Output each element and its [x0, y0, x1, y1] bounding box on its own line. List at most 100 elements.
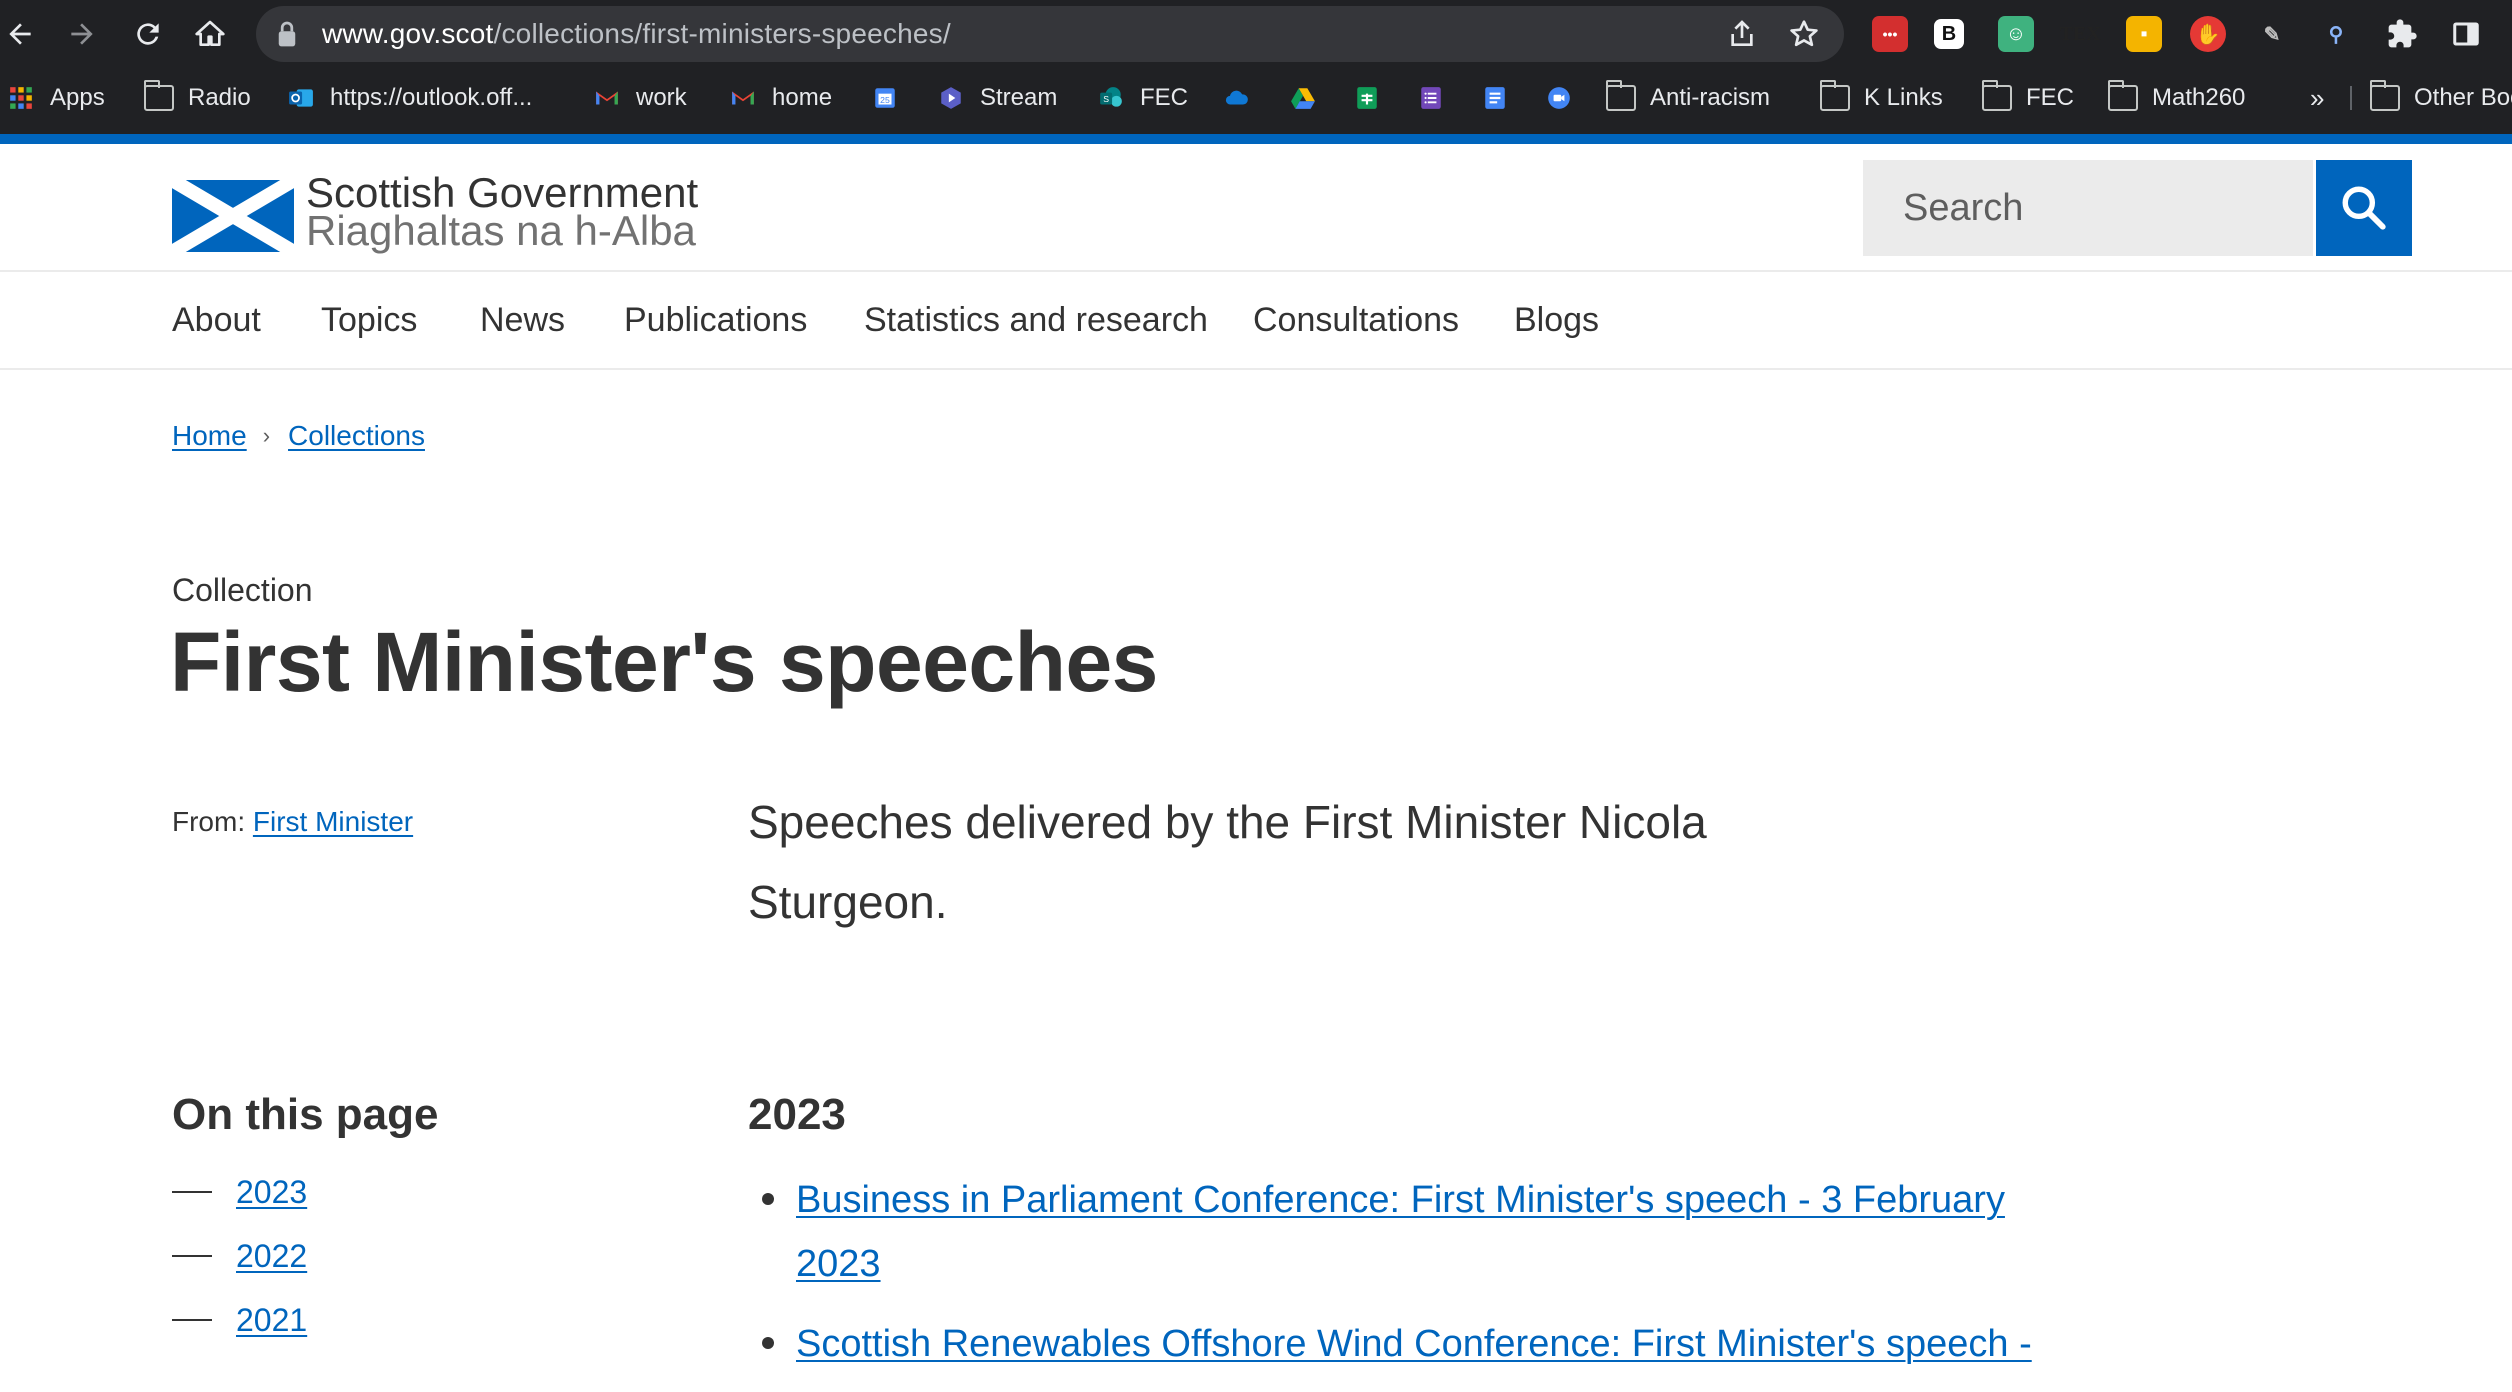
folder-icon: [1820, 80, 1850, 111]
extensions-puzzle-icon[interactable]: [2384, 16, 2420, 52]
bookmark-sheets[interactable]: [1352, 76, 1396, 120]
contents-title: On this page: [172, 1090, 439, 1139]
address-bar[interactable]: www.gov.scot/collections/first-ministers…: [256, 6, 1844, 62]
url-text[interactable]: www.gov.scot/collections/first-ministers…: [322, 18, 951, 50]
bookmark-star-icon[interactable]: [1788, 18, 1820, 50]
bookmark-work[interactable]: work: [592, 76, 687, 120]
bookmark-calendar[interactable]: 25: [870, 76, 914, 120]
gmail-icon: [732, 91, 754, 105]
contents-link-2021[interactable]: 2021: [236, 1302, 307, 1339]
docs-icon: [1485, 87, 1505, 109]
list-item: Scottish Renewables Offshore Wind Confer…: [748, 1312, 2048, 1376]
from-label: From:: [172, 806, 246, 837]
breadcrumb-home-link[interactable]: Home: [172, 420, 247, 452]
bookmark-k-links[interactable]: K Links: [1820, 76, 1943, 120]
bookmark-meet[interactable]: [1544, 76, 1588, 120]
home-icon: [195, 20, 225, 46]
nav-item-consultations[interactable]: Consultations: [1253, 272, 1459, 368]
search-icon: [2342, 186, 2386, 230]
gmail-icon: [596, 91, 618, 105]
section-heading-2023: 2023: [748, 1090, 846, 1139]
bookmark-label: home: [772, 84, 833, 111]
bookmarks-overflow-button[interactable]: »: [2310, 76, 2324, 120]
zoom-extension-icon[interactable]: ⚲: [2318, 16, 2354, 52]
logo-text-gaelic: Riaghaltas na h-Alba: [306, 207, 696, 254]
site-logo[interactable]: Scottish Government Riaghaltas na h-Alba: [172, 170, 722, 254]
sheets-icon: [1357, 87, 1377, 109]
lastpass-extension-icon[interactable]: •••: [1872, 16, 1908, 52]
bookmark-fec-sharepoint[interactable]: S FEC: [1096, 76, 1188, 120]
nav-item-topics[interactable]: Topics: [321, 272, 417, 368]
breadcrumb: Home › Collections: [172, 420, 425, 452]
sharepoint-icon: S: [1100, 87, 1122, 107]
bookmarks-bar: Apps Radio https://outlook.off... work h…: [0, 76, 2512, 120]
forward-button[interactable]: [58, 10, 106, 58]
share-icon[interactable]: [1726, 18, 1758, 50]
speech-link[interactable]: Business in Parliament Conference: First…: [796, 1179, 2005, 1285]
bookmark-onedrive[interactable]: [1222, 76, 1266, 120]
bookmark-forms[interactable]: [1416, 76, 1460, 120]
lock-icon: [278, 21, 296, 47]
bookmark-math260[interactable]: Math260: [2108, 76, 2245, 120]
folder-icon: [2108, 80, 2138, 111]
bookmark-docs[interactable]: [1480, 76, 1524, 120]
speech-link[interactable]: Scottish Renewables Offshore Wind Confer…: [796, 1323, 2032, 1365]
pen-extension-icon[interactable]: ✎: [2254, 16, 2290, 52]
from-first-minister-link[interactable]: First Minister: [253, 806, 413, 837]
nav-item-news[interactable]: News: [480, 272, 565, 368]
forms-icon: [1421, 87, 1441, 109]
stream-icon: [941, 87, 961, 109]
bookmark-label: Anti-racism: [1650, 84, 1771, 111]
bookmark-fec-folder[interactable]: FEC: [1982, 76, 2074, 120]
dash-icon: [172, 1255, 212, 1257]
meet-icon: [1548, 87, 1570, 109]
contents-link-2023[interactable]: 2023: [236, 1174, 307, 1211]
bookmark-outlook[interactable]: https://outlook.off...: [286, 76, 532, 120]
outlook-icon: [289, 89, 313, 107]
breadcrumb-collections-link[interactable]: Collections: [288, 420, 425, 452]
contents-link-2022[interactable]: 2022: [236, 1238, 307, 1275]
side-panel-icon[interactable]: [2448, 16, 2484, 52]
contents-item: 2021: [172, 1296, 307, 1344]
bookmark-label: Radio: [188, 84, 251, 111]
drive-icon: [1291, 88, 1315, 109]
nav-item-publications[interactable]: Publications: [624, 272, 807, 368]
nav-item-blogs[interactable]: Blogs: [1514, 272, 1599, 368]
browser-chrome: www.gov.scot/collections/first-ministers…: [0, 0, 2512, 136]
search-input[interactable]: [1863, 160, 2313, 256]
bookmark-label: FEC: [2026, 84, 2074, 111]
nav-item-about[interactable]: About: [172, 272, 261, 368]
dash-icon: [172, 1319, 212, 1321]
back-button[interactable]: [0, 10, 44, 58]
search-button[interactable]: [2316, 160, 2412, 256]
dash-icon: [172, 1191, 212, 1193]
reload-button[interactable]: [124, 10, 172, 58]
bookmark-drive[interactable]: [1288, 76, 1332, 120]
bookmark-stream[interactable]: Stream: [936, 76, 1057, 120]
bookmark-label: Math260: [2152, 84, 2246, 111]
list-item: Business in Parliament Conference: First…: [748, 1168, 2048, 1296]
svg-text:25: 25: [880, 95, 890, 105]
calendar-icon: 25: [875, 88, 895, 108]
home-button[interactable]: [186, 10, 234, 58]
bookmark-apps[interactable]: Apps: [6, 76, 105, 120]
bookmark-label: FEC: [1140, 84, 1188, 111]
grammarly-extension-icon[interactable]: ☺: [1998, 16, 2034, 52]
bookmark-anti-racism[interactable]: Anti-racism: [1606, 76, 1770, 120]
folder-icon: [2370, 80, 2400, 111]
bookmark-label: work: [636, 84, 687, 111]
keep-extension-icon[interactable]: ▪: [2126, 16, 2162, 52]
folder-icon: [1982, 80, 2012, 111]
nav-item-statistics[interactable]: Statistics and research: [864, 272, 1208, 368]
search-box: [1863, 160, 2313, 256]
apps-grid-icon: [10, 87, 32, 109]
adblock-extension-icon[interactable]: ✋: [2190, 16, 2226, 52]
bitwarden-extension-icon[interactable]: B: [1934, 19, 1964, 49]
site-accent-bar: [0, 134, 2512, 144]
tex-extension-icon[interactable]: TEX: [2059, 16, 2100, 52]
bookmark-home[interactable]: home: [728, 76, 832, 120]
back-arrow-icon: [9, 23, 31, 45]
bookmark-other-bookmarks[interactable]: Other Bookmarks: [2370, 76, 2512, 120]
bookmarks-divider: [2350, 86, 2352, 110]
bookmark-radio[interactable]: Radio: [144, 76, 251, 120]
